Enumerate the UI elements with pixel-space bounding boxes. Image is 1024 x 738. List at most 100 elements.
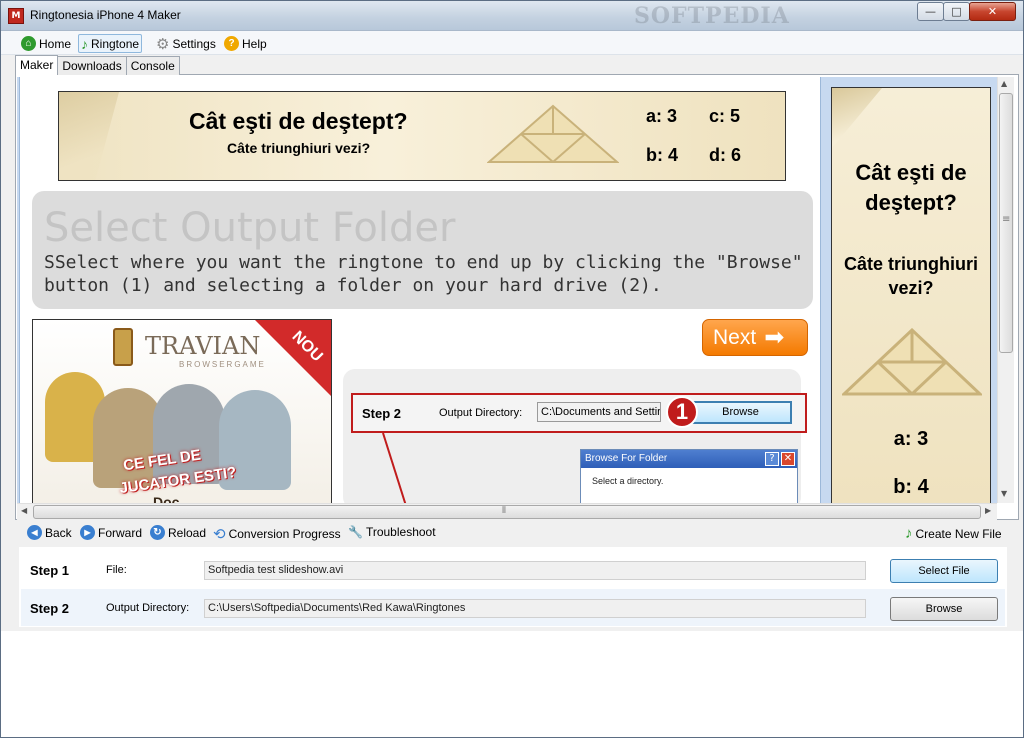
tab-maker[interactable]: Maker xyxy=(15,55,59,75)
answer-c: c: 5 xyxy=(709,106,741,126)
maximize-button[interactable]: □ xyxy=(943,2,970,21)
section-description: SSelect where you want the ringtone to e… xyxy=(44,252,803,296)
output-directory-label: Output Directory: xyxy=(106,602,190,614)
side-page-curl xyxy=(832,88,882,148)
home-icon: ⌂ xyxy=(21,36,36,51)
banner-question: Cât eşti de deştept? xyxy=(189,108,408,134)
banner-subtitle: Câte triunghiuri vezi? xyxy=(227,140,371,156)
horizontal-scrollbar[interactable]: ◀ ⦀ ▶ xyxy=(17,503,997,520)
close-button[interactable]: ✕ xyxy=(969,2,1016,21)
vertical-scrollbar[interactable]: ▲ ≡ ▼ xyxy=(997,77,1014,503)
tab-downloads[interactable]: Downloads xyxy=(57,56,127,75)
menu-settings[interactable]: ⚙ Settings xyxy=(154,34,218,53)
dialog-help-icon: ? xyxy=(765,452,779,466)
step-2-label: Step 2 xyxy=(30,601,70,616)
music-note-icon: ♪ xyxy=(81,35,88,52)
reload-button[interactable]: ↻ Reload xyxy=(150,525,206,540)
dialog-text: Select a directory. xyxy=(592,476,664,486)
demo-field-label: Output Directory: xyxy=(439,407,523,419)
navigation-bar: ◀ Back ▶ Forward ↻ Reload ⟲ Conversion P… xyxy=(21,523,1011,545)
window-title: Ringtonesia iPhone 4 Maker xyxy=(30,8,181,22)
horizontal-scroll-thumb[interactable]: ⦀ xyxy=(33,505,981,519)
browse-button[interactable]: Browse xyxy=(890,597,998,621)
menu-ringtone[interactable]: ♪ Ringtone xyxy=(78,34,143,53)
next-button[interactable]: Next ➡ xyxy=(702,319,808,356)
scroll-left-icon[interactable]: ◀ xyxy=(21,506,27,515)
conversion-progress-label: Conversion Progress xyxy=(228,527,341,541)
forward-arrow-icon: ▶ xyxy=(80,525,95,540)
side-answer-a: a: 3 xyxy=(893,428,929,450)
banner-ad[interactable]: Cât eşti de deştept? Câte triunghiuri ve… xyxy=(58,91,786,181)
step-marker-1: 1 xyxy=(666,396,698,428)
travian-ad[interactable]: TRAVIAN BROWSERGAME NOU CE FEL DE JUCATO… xyxy=(32,319,332,503)
arrow-right-icon: ➡ xyxy=(764,324,785,351)
help-icon: ? xyxy=(224,36,239,51)
title-bar: M Ringtonesia iPhone 4 Maker SOFTPEDIA —… xyxy=(1,1,1023,31)
instruction-box: Select Output Folder SSelect where you w… xyxy=(32,191,813,309)
demo-path-field: C:\Documents and Settir xyxy=(537,402,661,422)
embedded-browser: Cât eşti de deştept? Câte triunghiuri ve… xyxy=(17,77,997,503)
menu-home-label: Home xyxy=(39,36,72,51)
column-icon xyxy=(113,328,133,366)
hthumb-grip-icon: ⦀ xyxy=(502,506,506,516)
troubleshoot-button[interactable]: 🔧 Troubleshoot xyxy=(348,525,436,539)
vertical-scroll-thumb[interactable]: ≡ xyxy=(999,93,1013,353)
wrench-icon: 🔧 xyxy=(348,525,363,539)
app-window: M Ringtonesia iPhone 4 Maker SOFTPEDIA —… xyxy=(0,0,1024,738)
demo-illustration: Step 2 Output Directory: C:\Documents an… xyxy=(343,369,807,503)
menu-help[interactable]: ? Help xyxy=(222,34,269,53)
reload-icon: ↻ xyxy=(150,525,165,540)
back-button[interactable]: ◀ Back xyxy=(27,525,72,540)
back-arrow-icon: ◀ xyxy=(27,525,42,540)
demo-browse-button: Browse xyxy=(689,401,792,424)
select-file-button[interactable]: Select File xyxy=(890,559,998,583)
dialog-close-icon: ✕ xyxy=(781,452,795,466)
demo-step-label: Step 2 xyxy=(362,406,402,421)
back-label: Back xyxy=(45,525,72,540)
menu-bar: ⌂ Home ♪ Ringtone ⚙ Settings ? Help xyxy=(1,31,1023,55)
answer-b: b: 4 xyxy=(646,145,679,165)
menu-ringtone-label: Ringtone xyxy=(91,36,140,51)
side-subtitle-1: Câte triunghiuri xyxy=(844,254,978,274)
create-new-file-label: Create New File xyxy=(915,526,1002,541)
ad-footer: Doc xyxy=(153,494,180,503)
gear-icon: ⚙ xyxy=(156,35,170,53)
file-field[interactable]: Softpedia test slideshow.avi xyxy=(204,561,866,580)
thumb-grip-icon: ≡ xyxy=(1002,214,1011,225)
empty-bottom-area xyxy=(1,631,1023,737)
reload-label: Reload xyxy=(168,525,207,540)
demo-step-row: Step 2 Output Directory: C:\Documents an… xyxy=(351,393,807,433)
side-answer-b: b: 4 xyxy=(893,476,929,498)
scroll-up-icon[interactable]: ▲ xyxy=(1001,79,1007,88)
tab-strip: Maker Downloads Console xyxy=(15,55,180,75)
file-field-label: File: xyxy=(106,564,127,576)
music-note-icon: ♪ xyxy=(905,525,913,542)
forward-button[interactable]: ▶ Forward xyxy=(80,525,142,540)
section-title: Select Output Folder xyxy=(44,205,456,251)
step-row-file: Step 1 File: Softpedia test slideshow.av… xyxy=(21,551,1005,588)
steps-panel: Step 1 File: Softpedia test slideshow.av… xyxy=(19,547,1007,627)
minimize-button[interactable]: — xyxy=(917,2,944,21)
tab-console[interactable]: Console xyxy=(125,56,180,75)
side-banner-ad[interactable]: Cât eşti de deştept? Câte triunghiuri ve… xyxy=(831,87,991,503)
conversion-progress-button[interactable]: ⟲ Conversion Progress xyxy=(213,525,341,543)
app-icon: M xyxy=(8,8,24,24)
answer-a: a: 3 xyxy=(646,106,678,126)
scroll-right-icon[interactable]: ▶ xyxy=(985,506,991,515)
next-label: Next xyxy=(713,325,757,349)
ad-brand-sub: BROWSERGAME xyxy=(179,360,266,369)
create-new-file-button[interactable]: ♪ Create New File xyxy=(905,525,1002,542)
answer-d: d: 6 xyxy=(709,145,742,165)
menu-settings-label: Settings xyxy=(172,36,216,51)
menu-home[interactable]: ⌂ Home xyxy=(19,34,73,53)
ad-corner-badge xyxy=(255,320,331,398)
triangle-puzzle-icon xyxy=(487,104,619,163)
output-directory-field[interactable]: C:\Users\Softpedia\Documents\Red Kawa\Ri… xyxy=(204,599,866,618)
side-question-2: deştept? xyxy=(865,190,957,215)
browser-main-content: Cât eşti de deştept? Câte triunghiuri ve… xyxy=(19,77,821,503)
page-curl xyxy=(59,92,119,180)
scroll-down-icon[interactable]: ▼ xyxy=(1001,489,1007,498)
step-row-output: Step 2 Output Directory: C:\Users\Softpe… xyxy=(21,589,1005,626)
pointer-line xyxy=(382,433,407,503)
ad-brand: TRAVIAN xyxy=(145,332,261,360)
